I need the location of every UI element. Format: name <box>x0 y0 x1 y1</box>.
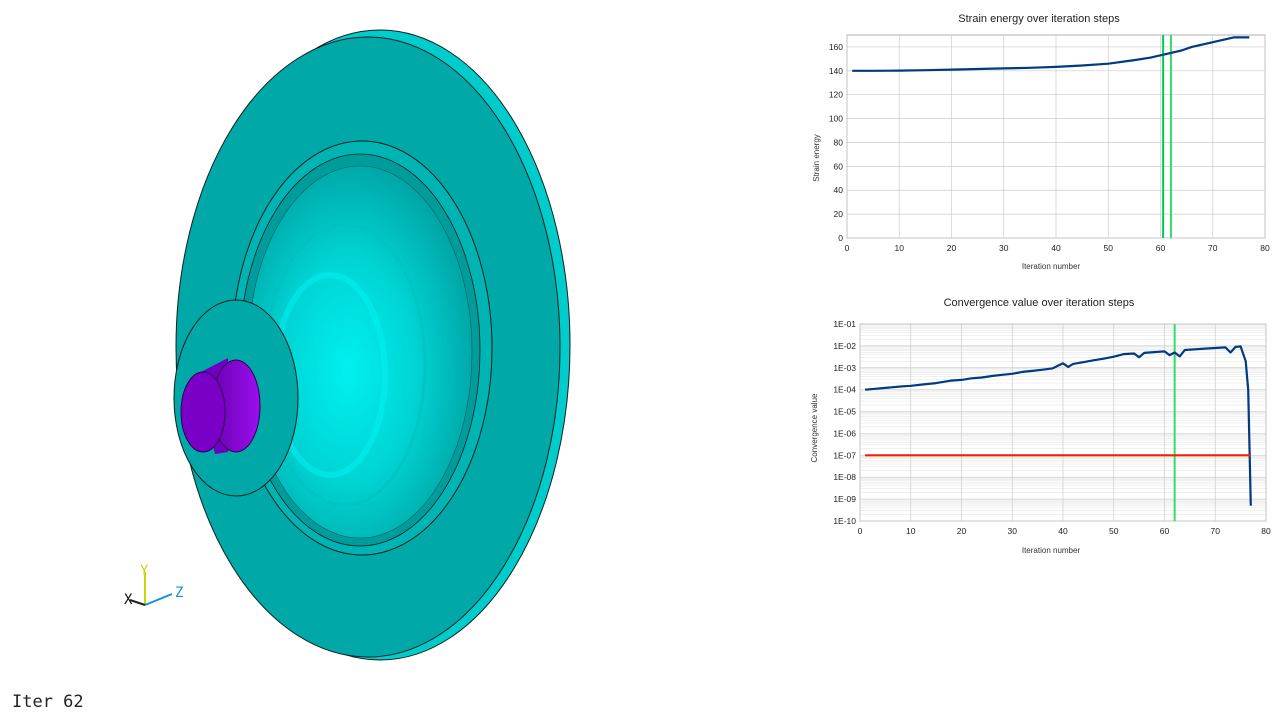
y-tick-label: 1E-03 <box>833 363 856 373</box>
x-tick-label: 0 <box>845 243 850 253</box>
y-tick-label: 60 <box>834 161 844 171</box>
x-tick-label: 50 <box>1109 526 1119 536</box>
x-axis-label: Iteration number <box>1022 546 1081 555</box>
y-tick-label: 1E-10 <box>833 516 856 526</box>
y-tick-label: 1E-04 <box>833 385 856 395</box>
y-tick-label: 140 <box>829 66 843 76</box>
chart-title: Strain energy over iteration steps <box>958 13 1120 25</box>
axis-y-label: Y <box>140 563 149 579</box>
x-tick-label: 70 <box>1208 243 1218 253</box>
y-tick-label: 100 <box>829 114 843 124</box>
x-tick-label: 40 <box>1058 526 1068 536</box>
x-tick-label: 80 <box>1260 243 1270 253</box>
y-tick-label: 20 <box>834 209 844 219</box>
x-tick-label: 10 <box>906 526 916 536</box>
x-tick-label: 60 <box>1160 526 1170 536</box>
x-tick-label: 40 <box>1051 243 1061 253</box>
x-tick-label: 20 <box>947 243 957 253</box>
y-tick-label: 1E-01 <box>833 319 856 329</box>
shaft-end <box>180 371 226 453</box>
axis-z-label: Z <box>175 585 183 601</box>
convergence-chart: Convergence value over iteration steps I… <box>810 297 1271 555</box>
x-tick-label: 30 <box>1008 526 1018 536</box>
y-tick-label: 1E-07 <box>833 450 856 460</box>
y-tick-label: 40 <box>834 185 844 195</box>
y-tick-label: 160 <box>829 42 843 52</box>
x-tick-label: 10 <box>895 243 905 253</box>
x-tick-label: 50 <box>1104 243 1114 253</box>
y-tick-label: 0 <box>838 233 843 243</box>
strain-energy-chart: Strain energy over iteration steps Itera… <box>812 13 1270 271</box>
model-viewport[interactable]: Y Z X <box>0 0 800 720</box>
axis-x-label: X <box>124 592 133 608</box>
x-tick-label: 60 <box>1156 243 1166 253</box>
y-tick-label: 1E-05 <box>833 407 856 417</box>
part-model: Y Z X <box>124 29 571 661</box>
axis-triad: Y Z X <box>124 563 183 608</box>
x-tick-label: 0 <box>858 526 863 536</box>
x-tick-label: 80 <box>1261 526 1271 536</box>
x-tick-label: 20 <box>957 526 967 536</box>
y-tick-label: 1E-02 <box>833 341 856 351</box>
x-axis-label: Iteration number <box>1022 262 1081 271</box>
y-axis-label: Convergence value <box>810 393 819 462</box>
chart-title: Convergence value over iteration steps <box>944 297 1135 309</box>
y-tick-label: 80 <box>834 137 844 147</box>
x-tick-label: 70 <box>1211 526 1221 536</box>
y-tick-label: 1E-06 <box>833 428 856 438</box>
y-tick-label: 1E-09 <box>833 494 856 504</box>
x-tick-label: 30 <box>999 243 1009 253</box>
y-tick-label: 120 <box>829 90 843 100</box>
iteration-label: Iter 62 <box>12 692 84 712</box>
y-axis-label: Strain energy <box>812 134 821 182</box>
y-tick-label: 1E-08 <box>833 472 856 482</box>
